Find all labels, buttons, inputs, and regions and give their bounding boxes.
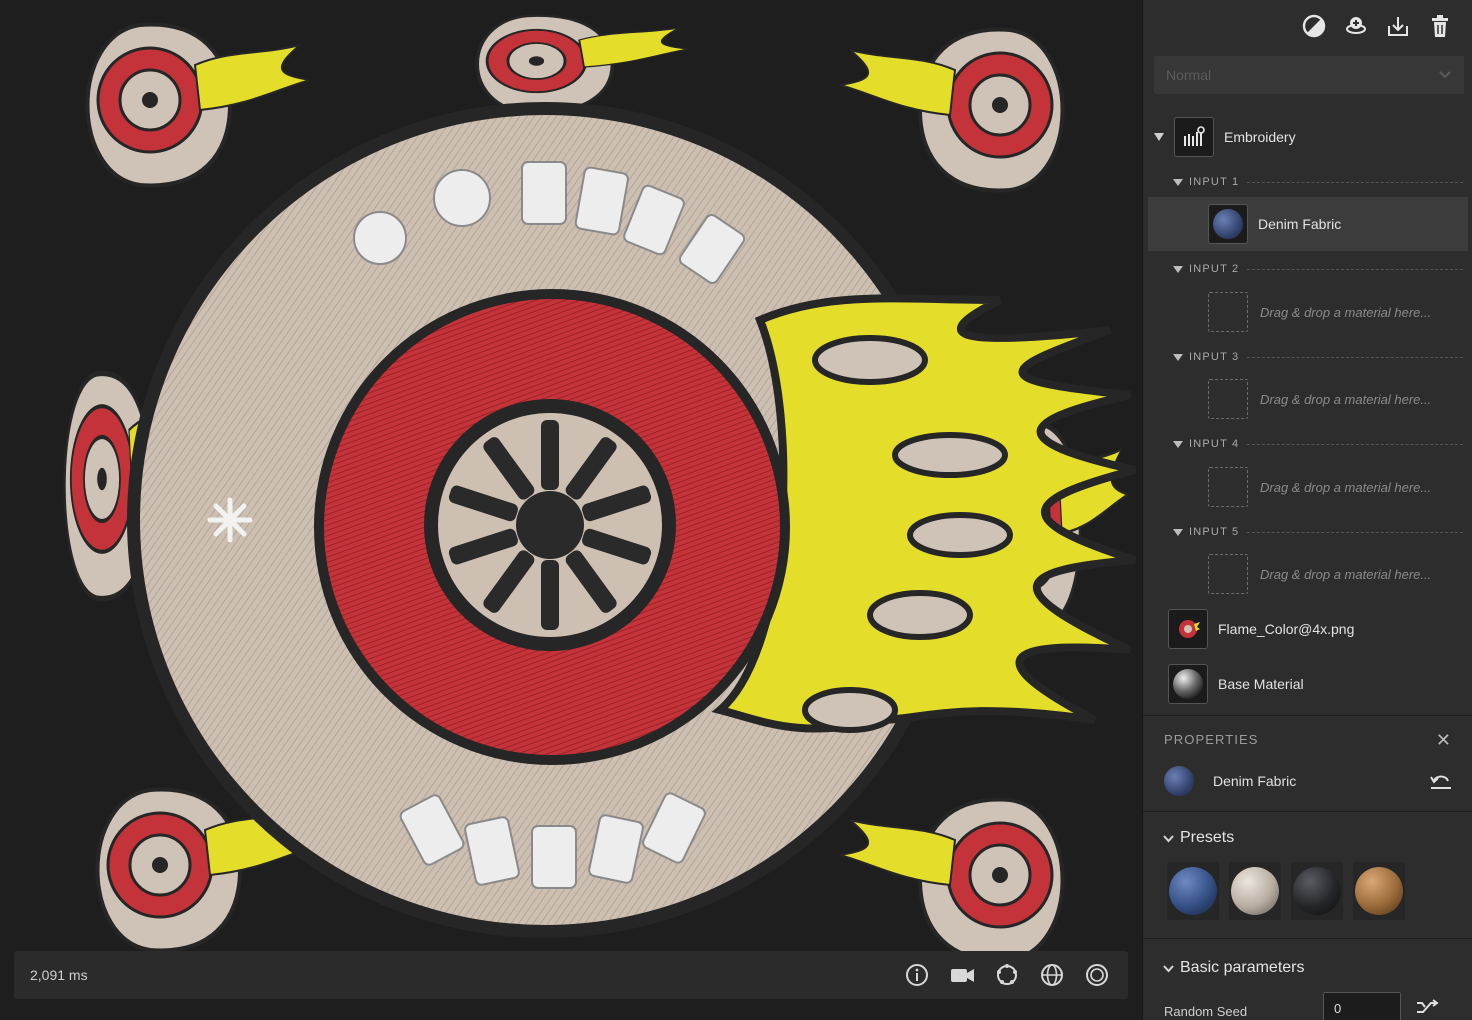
basic-parameters-header[interactable]: Basic parameters: [1163, 959, 1305, 977]
layer-label: Base Material: [1218, 676, 1304, 692]
collapse-triangle-icon[interactable]: [1173, 440, 1183, 448]
blend-mode-dropdown[interactable]: Normal: [1154, 56, 1464, 94]
preset-blue-denim[interactable]: [1167, 862, 1219, 920]
drop-target[interactable]: [1208, 467, 1248, 507]
drop-slot-input-2[interactable]: Drag & drop a material here...: [1143, 291, 1472, 333]
divider: [1143, 938, 1472, 939]
random-seed-row: Random Seed 0: [1143, 990, 1472, 1020]
input-4-header[interactable]: INPUT 4: [1173, 436, 1463, 452]
divider: [1247, 181, 1463, 183]
chevron-down-icon: [1163, 964, 1174, 972]
properties-title: PROPERTIES: [1164, 732, 1259, 747]
blend-mode-value: Normal: [1166, 67, 1212, 83]
layer-flame-color[interactable]: Flame_Color@4x.png: [1143, 608, 1472, 650]
info-icon[interactable]: [903, 961, 931, 989]
input-header-label: INPUT 4: [1189, 438, 1240, 450]
drop-slot-input-5[interactable]: Drag & drop a material here...: [1143, 553, 1472, 595]
layer-group-embroidery[interactable]: Embroidery: [1143, 116, 1472, 158]
drop-hint: Drag & drop a material here...: [1260, 391, 1432, 407]
fill-icon[interactable]: [1302, 12, 1326, 40]
input-5-header[interactable]: INPUT 5: [1173, 524, 1463, 540]
layer-toolbar: [1302, 12, 1452, 40]
material-ball: [1213, 209, 1243, 239]
divider: [1247, 531, 1463, 533]
collapse-triangle-icon[interactable]: [1173, 353, 1183, 361]
basic-parameters-title: Basic parameters: [1180, 959, 1305, 976]
drop-target[interactable]: [1208, 292, 1248, 332]
properties-section: PROPERTIES ✕ Denim Fabric: [1143, 715, 1472, 811]
preset-brown[interactable]: [1353, 862, 1405, 920]
layers-panel: Normal Embroidery INPUT 1 Denim Fabric I…: [1142, 0, 1472, 1020]
drop-target[interactable]: [1208, 379, 1248, 419]
app-window: 2,091 ms Normal Embroidery INPUT 1 Denim…: [0, 0, 1472, 1020]
selected-material: Denim Fabric: [1164, 766, 1296, 796]
drop-target[interactable]: [1208, 554, 1248, 594]
input-header-label: INPUT 1: [1189, 176, 1240, 188]
drop-hint: Drag & drop a material here...: [1260, 479, 1432, 495]
input-2-header[interactable]: INPUT 2: [1173, 261, 1463, 277]
layer-base-material[interactable]: Base Material: [1143, 663, 1472, 705]
input-header-label: INPUT 5: [1189, 526, 1240, 538]
shuffle-icon[interactable]: [1415, 998, 1439, 1018]
layer-label: Denim Fabric: [1258, 216, 1342, 232]
presets-list: [1167, 862, 1405, 920]
viewport-status-bar: 2,091 ms: [14, 951, 1128, 999]
preset-black[interactable]: [1291, 862, 1343, 920]
add-layer-icon[interactable]: [1344, 12, 1368, 40]
environment-icon[interactable]: [1038, 961, 1066, 989]
input-1-header[interactable]: INPUT 1: [1173, 174, 1463, 190]
material-ball: [1164, 766, 1194, 796]
divider: [1247, 356, 1463, 358]
image-thumbnail: [1168, 609, 1208, 649]
3d-viewport[interactable]: 2,091 ms: [0, 0, 1142, 1020]
random-seed-label: Random Seed: [1164, 1004, 1248, 1019]
export-icon[interactable]: [1386, 12, 1410, 40]
delete-icon[interactable]: [1428, 12, 1452, 40]
material-thumbnail: [1168, 664, 1208, 704]
close-icon[interactable]: ✕: [1436, 730, 1451, 751]
chevron-down-icon: [1163, 834, 1174, 842]
collapse-triangle-icon[interactable]: [1173, 265, 1183, 273]
drop-hint: Drag & drop a material here...: [1260, 304, 1432, 320]
random-seed-input[interactable]: 0: [1323, 992, 1401, 1020]
collapse-triangle-icon[interactable]: [1173, 178, 1183, 186]
selected-material-label: Denim Fabric: [1213, 773, 1297, 789]
divider: [1247, 443, 1463, 445]
chevron-down-icon: [1439, 71, 1451, 79]
drop-hint: Drag & drop a material here...: [1260, 566, 1432, 582]
divider: [1143, 811, 1472, 812]
render-time: 2,091 ms: [30, 967, 88, 983]
light-icon[interactable]: [993, 961, 1021, 989]
embroidery-render: [0, 0, 1142, 1020]
layer-label: Flame_Color@4x.png: [1218, 621, 1355, 637]
camera-icon[interactable]: [948, 961, 976, 989]
preset-beige[interactable]: [1229, 862, 1281, 920]
presets-title: Presets: [1180, 829, 1235, 846]
reset-icon[interactable]: [1429, 772, 1453, 792]
material-thumbnail: [1208, 204, 1248, 244]
collapse-triangle-icon[interactable]: [1173, 528, 1183, 536]
layer-label: Embroidery: [1224, 129, 1296, 145]
layer-denim-fabric[interactable]: Denim Fabric: [1148, 197, 1468, 251]
expand-triangle-icon[interactable]: [1154, 133, 1164, 141]
material-sphere-icon[interactable]: [1083, 961, 1111, 989]
divider: [1247, 268, 1463, 270]
input-header-label: INPUT 2: [1189, 263, 1240, 275]
input-header-label: INPUT 3: [1189, 351, 1240, 363]
drop-slot-input-4[interactable]: Drag & drop a material here...: [1143, 466, 1472, 508]
material-ball: [1173, 669, 1203, 699]
drop-slot-input-3[interactable]: Drag & drop a material here...: [1143, 378, 1472, 420]
input-3-header[interactable]: INPUT 3: [1173, 349, 1463, 365]
presets-header[interactable]: Presets: [1163, 829, 1234, 847]
embroidery-filter-icon: [1174, 117, 1214, 157]
